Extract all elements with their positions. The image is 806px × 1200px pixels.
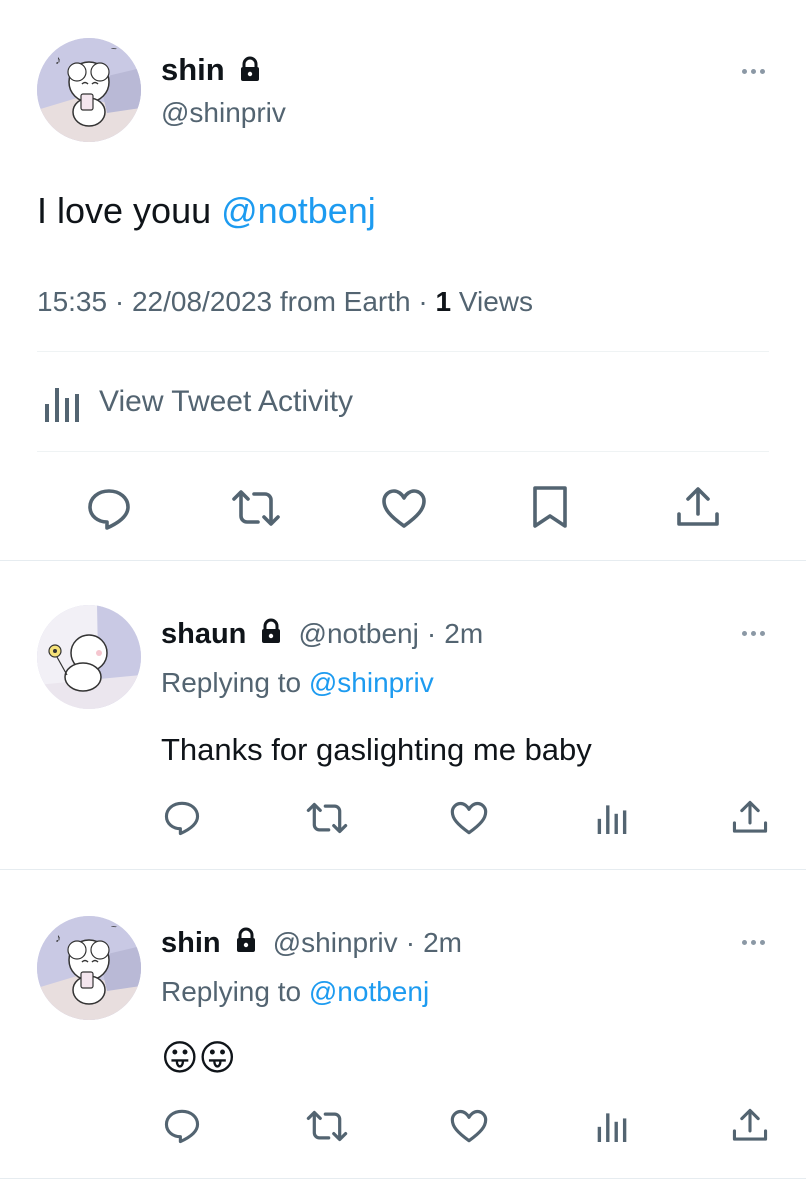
- mention-link[interactable]: @shinpriv: [309, 667, 434, 698]
- svg-text:~: ~: [111, 44, 117, 55]
- heart-icon[interactable]: [449, 801, 489, 836]
- handle[interactable]: @shinpriv: [273, 927, 398, 958]
- section-divider: [0, 560, 806, 561]
- more-horizontal-icon[interactable]: [742, 631, 765, 636]
- replying-to: Replying to @shinpriv: [161, 666, 434, 700]
- lock-icon: [239, 54, 261, 90]
- avatar[interactable]: ♪ ~: [37, 916, 141, 1020]
- author-row: shin: [161, 52, 261, 90]
- meta-separator: ·: [426, 618, 437, 649]
- lock-icon: [235, 927, 257, 961]
- mention-link[interactable]: @notbenj: [309, 976, 429, 1007]
- heart-icon[interactable]: [380, 488, 428, 530]
- section-divider: [0, 869, 806, 870]
- heart-icon[interactable]: [449, 1109, 489, 1144]
- divider: [37, 351, 769, 352]
- view-tweet-activity-label: View Tweet Activity: [99, 385, 354, 418]
- handle[interactable]: @shinpriv: [161, 96, 286, 130]
- svg-text:♪: ♪: [55, 53, 61, 67]
- meta-separator: ·: [405, 927, 416, 958]
- reply-icon[interactable]: [163, 1108, 201, 1144]
- share-icon[interactable]: [731, 800, 769, 836]
- reply-icon[interactable]: [86, 487, 132, 531]
- retweet-icon[interactable]: [230, 488, 282, 528]
- tweet-time[interactable]: 2m: [444, 618, 483, 649]
- display-name[interactable]: shin: [161, 52, 225, 87]
- author-row: shin @shinpriv · 2m: [161, 926, 462, 961]
- avatar-image: ♪ ~: [37, 916, 141, 1020]
- more-horizontal-icon[interactable]: [742, 940, 765, 945]
- avatar-image: ♪ ~: [37, 38, 141, 142]
- bookmark-icon[interactable]: [531, 484, 569, 530]
- analytics-icon[interactable]: [596, 1110, 628, 1142]
- avatar-image: [37, 605, 141, 709]
- display-name[interactable]: shaun: [161, 618, 246, 650]
- more-horizontal-icon[interactable]: [742, 69, 765, 74]
- svg-text:♪: ♪: [55, 931, 61, 945]
- replying-to: Replying to @notbenj: [161, 975, 429, 1009]
- section-divider: [0, 1178, 806, 1179]
- views-label: Views: [458, 286, 534, 317]
- tweet-time[interactable]: 15:35: [37, 286, 107, 317]
- divider: [37, 451, 769, 452]
- avatar[interactable]: ♪ ~: [37, 38, 141, 142]
- tweet-time[interactable]: 2m: [423, 927, 462, 958]
- tweet-source: from Earth: [279, 286, 411, 317]
- tweet-text-content: I love youu: [37, 190, 222, 231]
- views-count: 1: [435, 286, 452, 317]
- meta-separator: ·: [114, 286, 125, 317]
- replying-to-label: Replying to: [161, 667, 302, 698]
- reply-icon[interactable]: [163, 800, 201, 836]
- share-icon[interactable]: [675, 486, 721, 530]
- replying-to-label: Replying to: [161, 976, 302, 1007]
- tweet-date[interactable]: 22/08/2023: [132, 286, 272, 317]
- tweet-text: I love youu @notbenj: [37, 190, 376, 232]
- tweet-meta: 15:35 · 22/08/2023 from Earth · 1 Views: [37, 285, 533, 319]
- retweet-icon[interactable]: [305, 801, 349, 835]
- tweet-text: Thanks for gaslighting me baby: [161, 732, 592, 767]
- view-tweet-activity-link[interactable]: View Tweet Activity: [37, 380, 769, 424]
- mention-link[interactable]: @notbenj: [221, 190, 376, 231]
- avatar[interactable]: [37, 605, 141, 709]
- share-icon[interactable]: [731, 1108, 769, 1144]
- tweet-text: 😛😛: [161, 1037, 237, 1078]
- svg-text:~: ~: [111, 922, 117, 933]
- analytics-icon: [43, 384, 81, 422]
- retweet-icon[interactable]: [305, 1109, 349, 1143]
- lock-icon: [260, 618, 282, 652]
- analytics-icon[interactable]: [596, 802, 628, 834]
- meta-separator: ·: [418, 286, 428, 317]
- display-name[interactable]: shin: [161, 927, 221, 959]
- handle[interactable]: @notbenj: [299, 618, 419, 649]
- author-row: shaun @notbenj · 2m: [161, 617, 483, 652]
